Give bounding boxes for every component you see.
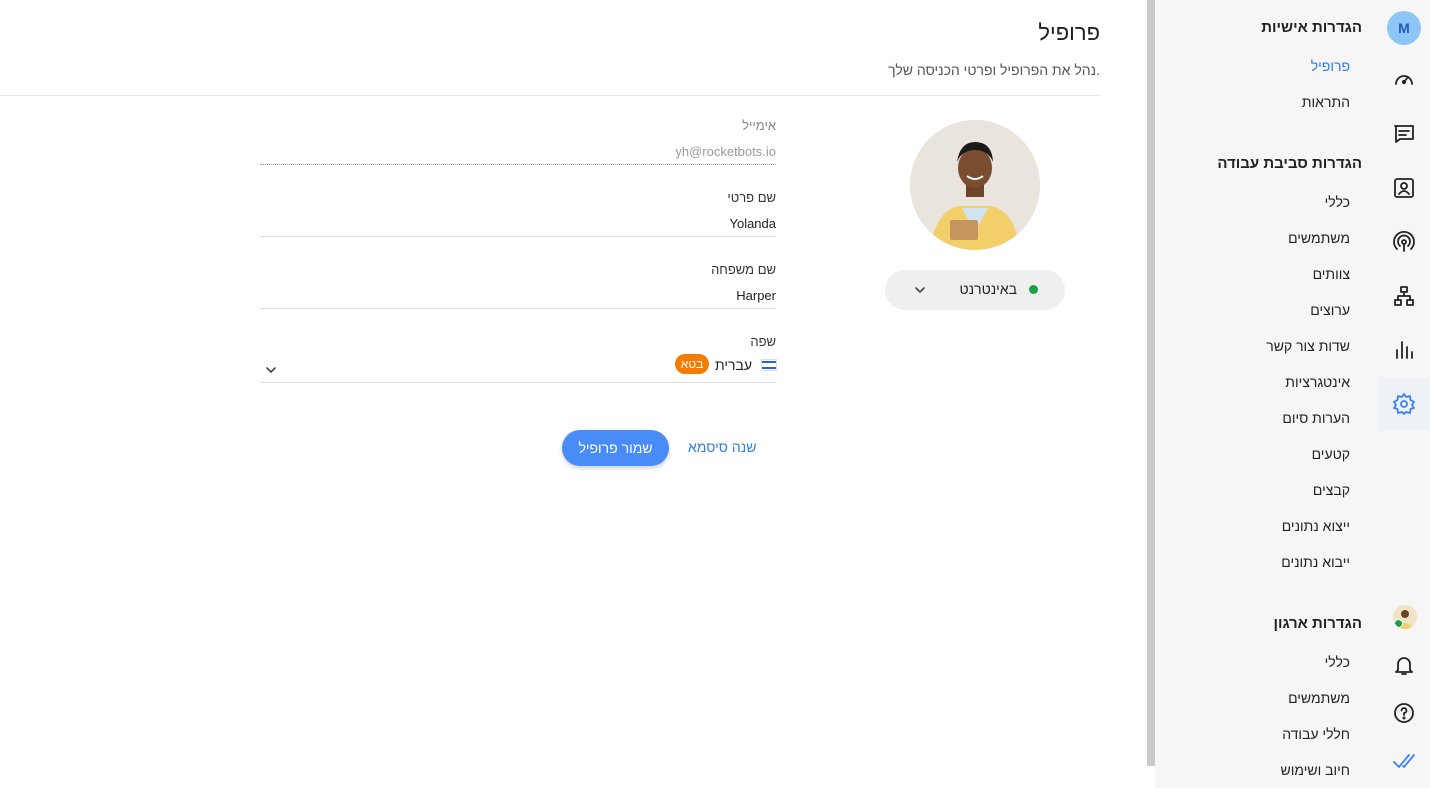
user-avatar[interactable]: [1393, 605, 1417, 629]
last-name-field[interactable]: Harper: [736, 288, 776, 303]
nav-item-data-import[interactable]: ייבוא נתונים: [1281, 554, 1350, 570]
change-password-link[interactable]: שנה סיסמא: [688, 439, 756, 455]
nav-item-org-general[interactable]: כללי: [1325, 654, 1350, 670]
nav-item-integrations[interactable]: אינטגרציות: [1285, 374, 1350, 390]
email-field: yh@rocketbots.io: [675, 144, 776, 159]
nav-scrollbar[interactable]: [1147, 0, 1155, 766]
first-name-label: שם פרטי: [727, 190, 776, 205]
language-value: עברית: [714, 357, 752, 373]
done-icon[interactable]: [1378, 734, 1430, 788]
nav-item-notifications[interactable]: התראות: [1302, 94, 1350, 110]
israel-flag-icon: [761, 359, 777, 371]
language-label: שפה: [750, 334, 776, 349]
chevron-down-icon: [915, 287, 925, 294]
reports-icon[interactable]: [1378, 323, 1430, 377]
settings-nav: הגדרות אישיות פרופיל התראות הגדרות סביבת…: [1155, 0, 1378, 788]
nav-item-teams[interactable]: צוותים: [1313, 266, 1350, 282]
workflows-icon[interactable]: [1378, 269, 1430, 323]
broadcast-icon[interactable]: [1378, 215, 1430, 269]
email-label: אימייל: [742, 118, 776, 133]
first-name-underline: [260, 236, 776, 237]
save-profile-button[interactable]: שמור פרופיל: [562, 430, 669, 466]
header-divider: [0, 95, 1100, 96]
nav-item-closing-notes[interactable]: הערות סיום: [1282, 410, 1350, 426]
page-title: פרופיל: [1038, 20, 1100, 45]
nav-item-snippets[interactable]: קטעים: [1312, 446, 1350, 462]
status-selector[interactable]: באינטרנט: [885, 270, 1065, 310]
nav-item-files[interactable]: קבצים: [1313, 482, 1350, 498]
workspace-avatar[interactable]: M: [1387, 11, 1421, 45]
profile-photo[interactable]: [910, 120, 1040, 250]
chevron-down-icon: [266, 367, 276, 374]
help-icon[interactable]: [1378, 686, 1430, 740]
icon-rail: M: [1378, 0, 1430, 788]
contacts-icon[interactable]: [1378, 161, 1430, 215]
nav-item-profile[interactable]: פרופיל: [1311, 58, 1350, 74]
beta-badge: בטא: [675, 354, 709, 374]
nav-item-data-export[interactable]: ייצוא נתונים: [1282, 518, 1350, 534]
notifications-icon[interactable]: [1378, 638, 1430, 692]
dashboard-icon[interactable]: [1378, 53, 1430, 107]
nav-section-personal: הגדרות אישיות: [1261, 19, 1362, 36]
nav-section-workspace: הגדרות סביבת עבודה: [1217, 155, 1362, 172]
language-underline: [260, 382, 776, 383]
last-name-label: שם משפחה: [711, 262, 776, 277]
page-subtitle: נהל את הפרופיל ופרטי הכניסה שלך.: [888, 62, 1100, 78]
nav-item-billing[interactable]: חיוב ושימוש: [1281, 762, 1350, 778]
first-name-field[interactable]: Yolanda: [729, 216, 776, 231]
nav-item-org-users[interactable]: משתמשים: [1288, 690, 1350, 706]
email-underline: [260, 164, 776, 166]
messages-icon[interactable]: [1378, 107, 1430, 161]
nav-item-contact-fields[interactable]: שדות צור קשר: [1266, 338, 1350, 354]
online-status-dot: [1029, 285, 1038, 294]
nav-item-workspace-users[interactable]: משתמשים: [1288, 230, 1350, 246]
nav-item-workspace-general[interactable]: כללי: [1325, 194, 1350, 210]
settings-icon[interactable]: [1378, 377, 1430, 431]
nav-item-workspaces[interactable]: חללי עבודה: [1282, 726, 1350, 742]
last-name-underline: [260, 308, 776, 309]
nav-item-channels[interactable]: ערוצים: [1310, 302, 1350, 318]
status-label: באינטרנט: [959, 281, 1017, 297]
nav-section-organization: הגדרות ארגון: [1273, 615, 1362, 632]
